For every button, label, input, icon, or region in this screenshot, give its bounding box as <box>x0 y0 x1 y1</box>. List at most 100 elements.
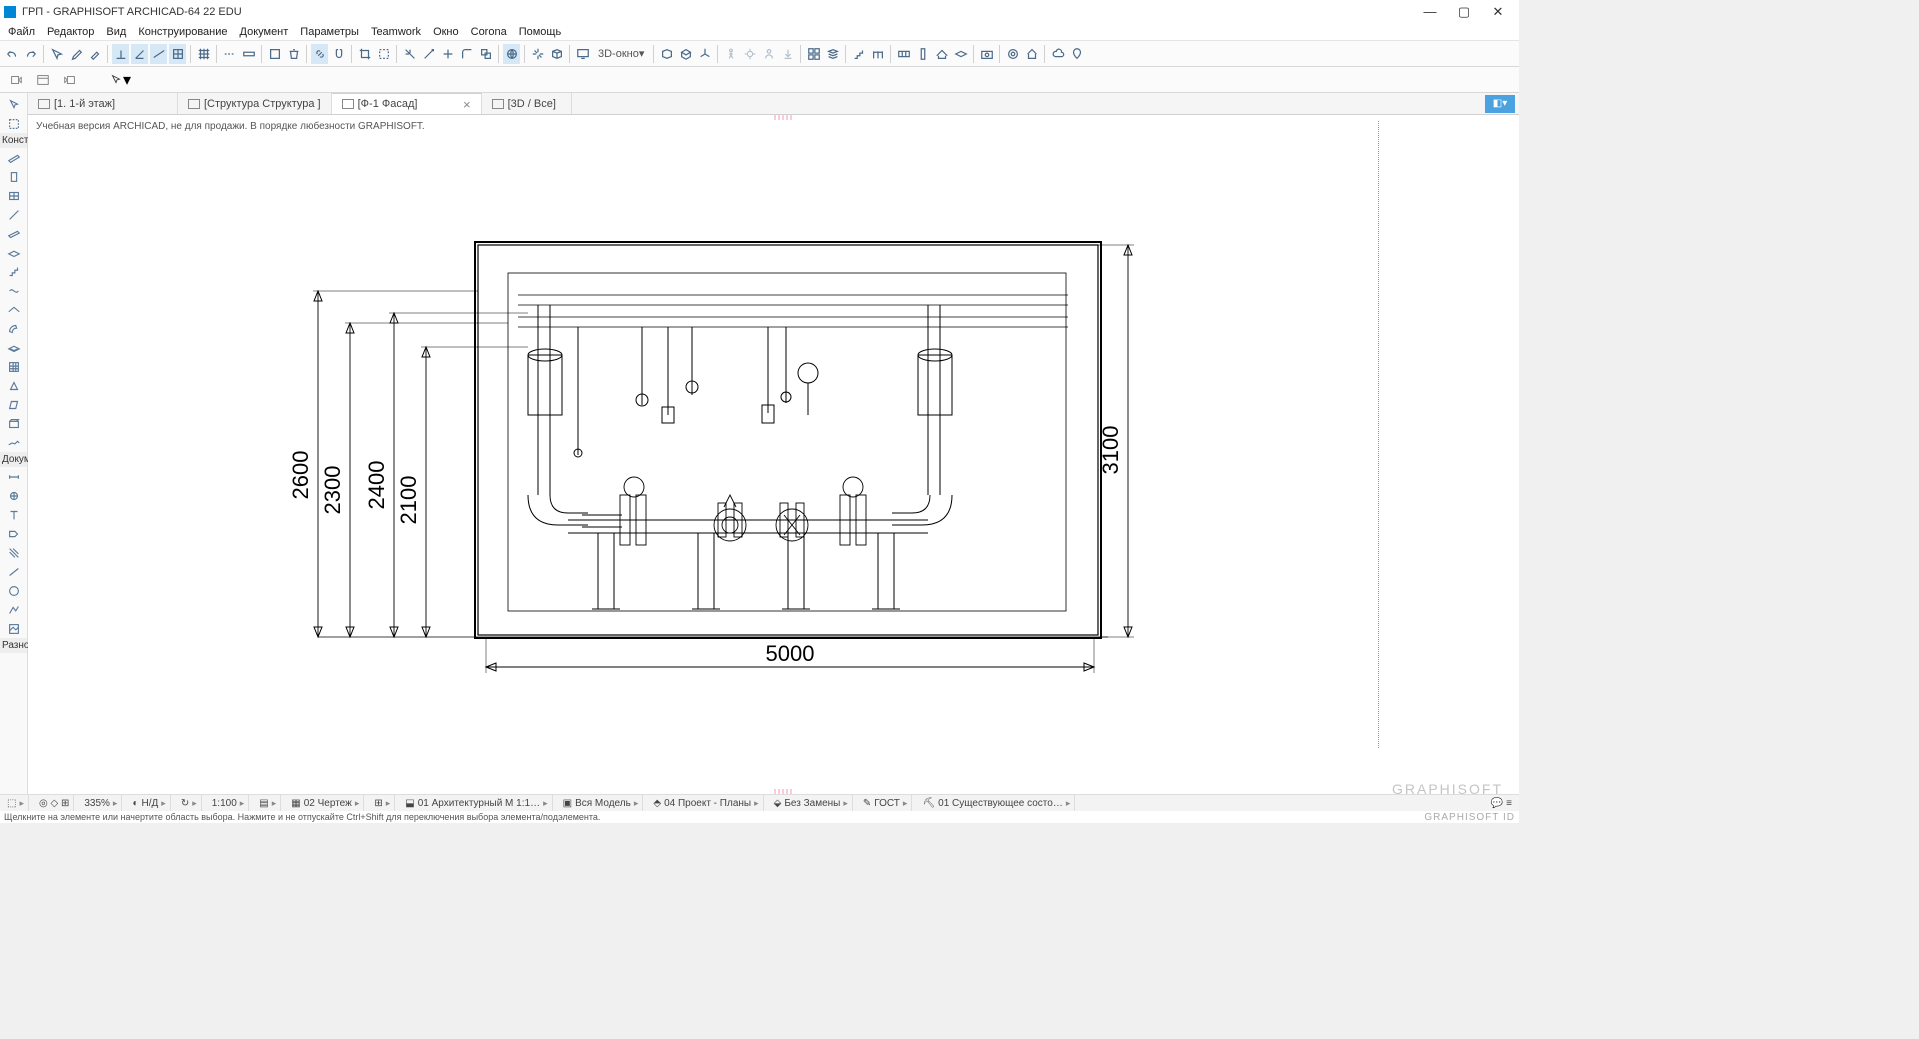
redo-button[interactable] <box>22 44 39 64</box>
screen-icon[interactable] <box>574 44 591 64</box>
menu-document[interactable]: Документ <box>234 26 295 38</box>
syringe-button[interactable] <box>86 44 103 64</box>
cursor-button[interactable]: ▾ <box>108 70 132 90</box>
marquee-tool[interactable] <box>3 114 25 133</box>
explode-button[interactable] <box>529 44 546 64</box>
status-orient[interactable]: ↻ ▸ <box>177 795 202 811</box>
split-button[interactable] <box>401 44 418 64</box>
snap-grid-button[interactable] <box>169 44 186 64</box>
beam-tool[interactable] <box>3 224 25 243</box>
grid-button[interactable] <box>195 44 212 64</box>
cloud-icon[interactable] <box>1049 44 1066 64</box>
resize-button[interactable] <box>477 44 494 64</box>
status-sel[interactable]: ⬚ ▸ <box>3 795 29 811</box>
polyline-tool[interactable] <box>3 600 25 619</box>
intersect-button[interactable] <box>439 44 456 64</box>
status-state[interactable]: ⛏ 01 Существующее состо…▸ <box>918 795 1075 811</box>
mesh-tool[interactable] <box>3 433 25 452</box>
pick-button[interactable] <box>48 44 65 64</box>
status-view[interactable]: ▦ 02 Чертеж▸ <box>287 795 364 811</box>
org-button[interactable] <box>805 44 822 64</box>
line-tool[interactable] <box>3 562 25 581</box>
menu-file[interactable]: Файл <box>2 26 41 38</box>
marquee-button[interactable] <box>375 44 392 64</box>
minimize-button[interactable]: — <box>1413 2 1447 22</box>
status-struct[interactable]: ⊞ ▸ <box>370 795 395 811</box>
snap-angle-button[interactable] <box>131 44 148 64</box>
shell-tool[interactable] <box>3 319 25 338</box>
wall-tool[interactable] <box>3 148 25 167</box>
tab-3d[interactable]: [3D / Все] <box>482 93 572 114</box>
door-tool[interactable] <box>3 167 25 186</box>
box-button[interactable] <box>266 44 283 64</box>
status-scale[interactable]: 1:100▸ <box>208 795 250 811</box>
undo-button[interactable] <box>3 44 20 64</box>
menu-window[interactable]: Окно <box>427 26 465 38</box>
arrow-tool[interactable] <box>3 95 25 114</box>
globe-button[interactable] <box>503 44 520 64</box>
slab-icon[interactable] <box>952 44 969 64</box>
walk-icon[interactable] <box>722 44 739 64</box>
guideline-button[interactable] <box>221 44 238 64</box>
camera-icon[interactable] <box>978 44 995 64</box>
level-tool[interactable] <box>3 486 25 505</box>
eyedropper-button[interactable] <box>67 44 84 64</box>
zone-tool[interactable] <box>3 414 25 433</box>
status-snap[interactable]: ◎ ◇ ⊞ <box>35 795 74 811</box>
3d-window-button[interactable]: 3D-окно ▾ <box>593 44 649 64</box>
axes-button[interactable] <box>696 44 713 64</box>
drawing-tool[interactable] <box>3 619 25 638</box>
window-tool[interactable] <box>3 186 25 205</box>
status-std[interactable]: ✎ ГОСТ▸ <box>859 795 913 811</box>
ruler-button[interactable] <box>240 44 257 64</box>
nav-prev-button[interactable] <box>4 70 28 90</box>
menu-editor[interactable]: Редактор <box>41 26 100 38</box>
menu-parameters[interactable]: Параметры <box>294 26 365 38</box>
curtain-tool[interactable] <box>3 357 25 376</box>
status-nd[interactable]: ◐ Н/Д▸ <box>128 795 170 811</box>
maximize-button[interactable]: ▢ <box>1447 2 1481 22</box>
dimension-tool[interactable] <box>3 467 25 486</box>
magnet-button[interactable] <box>330 44 347 64</box>
menu-corona[interactable]: Corona <box>465 26 513 38</box>
status-zoom[interactable]: 335%▸ <box>80 795 122 811</box>
status-messages[interactable]: 💬 ≡ <box>1487 795 1516 811</box>
gravity-icon[interactable] <box>779 44 796 64</box>
railing-tool[interactable] <box>3 281 25 300</box>
wall-icon[interactable] <box>895 44 912 64</box>
sun-icon[interactable] <box>741 44 758 64</box>
fillet-button[interactable] <box>458 44 475 64</box>
fill-tool[interactable] <box>3 543 25 562</box>
close-button[interactable]: ✕ <box>1481 2 1515 22</box>
crop-button[interactable] <box>356 44 373 64</box>
text-tool[interactable] <box>3 505 25 524</box>
tab-overflow-button[interactable]: ◧▾ <box>1485 95 1515 113</box>
trash-button[interactable] <box>285 44 302 64</box>
railing-icon[interactable] <box>869 44 886 64</box>
snap-perp-button[interactable] <box>112 44 129 64</box>
morph-tool[interactable] <box>3 376 25 395</box>
graphisoft-id[interactable]: GRAPHISOFT ID <box>1424 812 1515 823</box>
link-button[interactable] <box>311 44 328 64</box>
profile-icon[interactable] <box>760 44 777 64</box>
tab-floor-plan[interactable]: [1. 1-й этаж] <box>28 93 178 114</box>
slab-tool[interactable] <box>3 243 25 262</box>
snap-ext-button[interactable] <box>150 44 167 64</box>
nav-list-button[interactable] <box>31 70 55 90</box>
roof-tool[interactable] <box>3 300 25 319</box>
skylight-tool[interactable] <box>3 338 25 357</box>
status-ren[interactable]: ⬙ Без Замены▸ <box>770 795 853 811</box>
menu-help[interactable]: Помощь <box>513 26 568 38</box>
circle-tool[interactable] <box>3 581 25 600</box>
column-icon[interactable] <box>914 44 931 64</box>
status-pens[interactable]: ▤ ▸ <box>255 795 281 811</box>
status-layer[interactable]: ⬓ 01 Архитектурный М 1:1…▸ <box>401 795 552 811</box>
tab-facade[interactable]: [Ф-1 Фасад]× <box>332 93 482 114</box>
stair-tool[interactable] <box>3 262 25 281</box>
column-tool[interactable] <box>3 205 25 224</box>
tab-structure[interactable]: [Структура Структура ] <box>178 93 332 114</box>
menu-teamwork[interactable]: Teamwork <box>365 26 427 38</box>
marker-icon[interactable] <box>1068 44 1085 64</box>
drawing-canvas[interactable]: Учебная версия ARCHICAD, не для продажи.… <box>28 115 1519 794</box>
roof-icon[interactable] <box>933 44 950 64</box>
